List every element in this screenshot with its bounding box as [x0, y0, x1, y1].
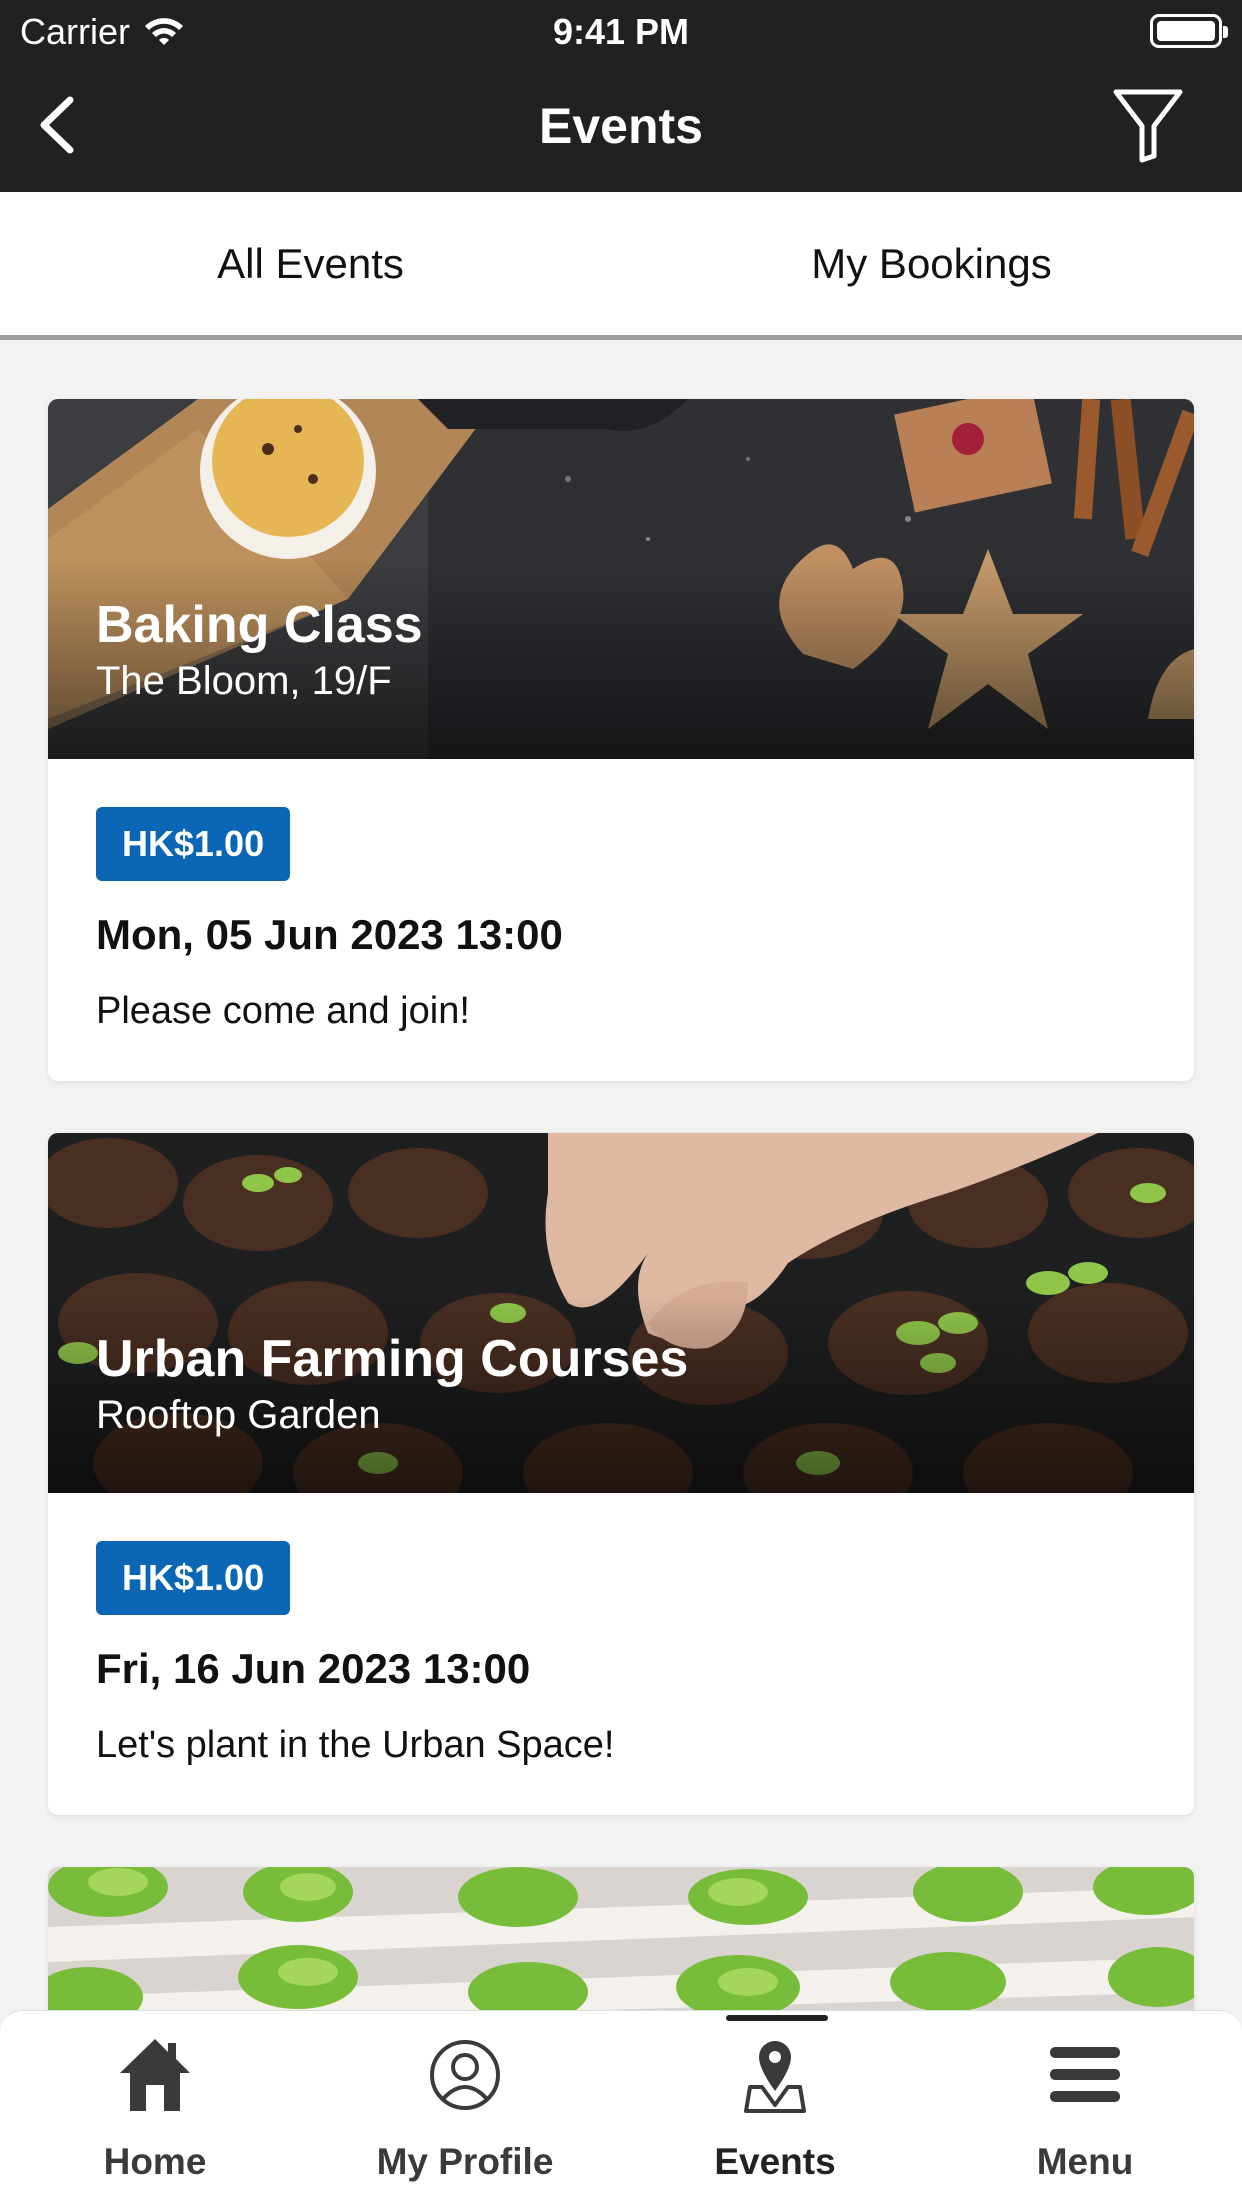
event-title: Baking Class [96, 596, 423, 654]
bottom-tab-bar: Home My Profile Events Menu [0, 2010, 1242, 2208]
event-card[interactable]: Baking Class The Bloom, 19/F HK$1.00 Mon… [48, 399, 1194, 1081]
profile-icon [430, 2040, 500, 2110]
tab-menu[interactable]: Menu [930, 2011, 1240, 2208]
event-location: The Bloom, 19/F [96, 659, 392, 703]
tab-home[interactable]: Home [0, 2011, 310, 2208]
event-location: Rooftop Garden [96, 1393, 381, 1437]
event-image [48, 1867, 1194, 2027]
events-pin-icon [744, 2041, 806, 2113]
battery-icon [1150, 14, 1228, 48]
event-card[interactable] [48, 1867, 1194, 2027]
tab-events[interactable]: Events [620, 2011, 930, 2208]
tab-my-bookings[interactable]: My Bookings [621, 192, 1242, 335]
segment-tabs: All Events My Bookings [0, 192, 1242, 340]
tab-all-events[interactable]: All Events [0, 192, 621, 335]
event-image: Baking Class The Bloom, 19/F [48, 399, 1194, 759]
event-title: Urban Farming Courses [96, 1330, 689, 1388]
status-time: 9:41 PM [552, 11, 690, 52]
page-title: Events [539, 98, 703, 154]
top-bar: Carrier 9:41 PM Events [0, 0, 1242, 192]
event-image: Urban Farming Courses Rooftop Garden [48, 1133, 1194, 1493]
event-description: Please come and join! [96, 990, 470, 1032]
event-description: Let's plant in the Urban Space! [96, 1724, 615, 1766]
event-date: Mon, 05 Jun 2023 13:00 [96, 911, 563, 958]
tab-my-profile[interactable]: My Profile [310, 2011, 620, 2208]
price-badge: HK$1.00 [96, 1541, 291, 1615]
price-badge: HK$1.00 [96, 807, 291, 881]
menu-icon [1050, 2047, 1120, 2102]
home-icon [120, 2039, 190, 2111]
event-card[interactable]: Urban Farming Courses Rooftop Garden HK$… [48, 1133, 1194, 1815]
filter-icon[interactable] [1110, 84, 1186, 166]
event-date: Fri, 16 Jun 2023 13:00 [96, 1645, 531, 1692]
